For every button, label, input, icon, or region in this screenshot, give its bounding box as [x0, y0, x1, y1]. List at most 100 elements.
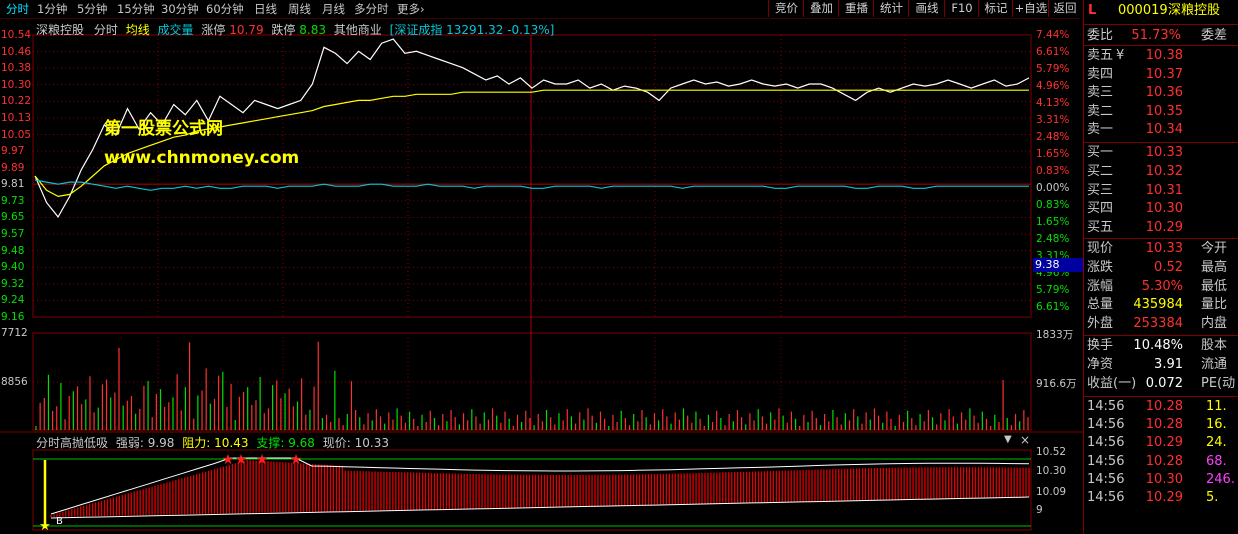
tick-row: 14:56 10.28 16. [1084, 416, 1238, 434]
bid-label: 买五 [1087, 220, 1114, 236]
vol-axis-mid-left: 8856 [1, 376, 28, 388]
weibi-row: 委比 51.73% 委差 [1084, 27, 1238, 45]
price-tick-left: 10.54 [1, 29, 32, 41]
ask-price: 10.38 [1145, 48, 1183, 63]
stat-right-label: 最低 [1201, 278, 1228, 294]
ask-label: 卖二 [1087, 103, 1114, 119]
quote-stock-name: 深粮控股 [1168, 3, 1221, 18]
bid-level-5: 买五 10.29 [1084, 219, 1238, 237]
bid-label: 买三 [1087, 182, 1114, 198]
ask-label: 卖四 [1087, 66, 1114, 82]
stat-value: 253384 [1133, 316, 1183, 332]
price-tick-left: 9.97 [1, 145, 25, 158]
tick-price: 10.28 [1145, 417, 1183, 433]
sell-signal-star-icon: ★ [290, 452, 303, 468]
tick-time: 14:56 [1087, 417, 1125, 433]
bid-label: 买一 [1087, 145, 1114, 160]
indicator-name[interactable]: 分时高抛低吸 [36, 436, 108, 450]
pct-tick-right: 6.61% [1036, 45, 1070, 58]
indicator-upper-line [50, 457, 1030, 515]
series-line-1 [34, 89, 1029, 198]
vol-axis-mid-right: 916.6万 [1036, 378, 1077, 390]
tick-volume: 24. [1206, 435, 1227, 451]
stat-label: 涨幅 [1087, 278, 1114, 294]
quote-panel: L 000019 深粮控股 委比 51.73% 委差 卖五 ¥10.38 卖四 10.… [1083, 0, 1238, 534]
stat-right-label: 内盘 [1201, 316, 1228, 332]
tick-row: 14:56 10.29 24. [1084, 434, 1238, 452]
divider [1084, 24, 1238, 25]
resistance-value: 10.43 [214, 436, 249, 450]
price-tick-left: 10.22 [1, 95, 32, 108]
indicator-menu-icon[interactable]: ▼ [1004, 434, 1012, 445]
tick-price: 10.29 [1145, 490, 1183, 505]
stock-code-row: L 000019 深粮控股 [1084, 2, 1238, 20]
intraday-chart[interactable]: ★ ★ ★ ★★ [0, 0, 1083, 534]
ask-label: 卖一 [1087, 122, 1114, 137]
bid-price: 10.30 [1145, 201, 1183, 217]
divider [1084, 335, 1238, 336]
price-label: 现价: [322, 436, 351, 450]
stat2-row: 换手 10.48% 股本 [1084, 337, 1238, 355]
bid-level-3: 买三 10.31 [1084, 182, 1238, 200]
watermark-line2: www.chnmoney.com [104, 148, 300, 168]
price-tick-left: 9.57 [1, 228, 25, 241]
ask-price: 10.36 [1145, 85, 1183, 100]
weibi-value: 51.73% [1131, 28, 1181, 43]
bid-price: 10.31 [1145, 182, 1183, 198]
ask-mark: ¥ [1116, 48, 1125, 63]
bid-price: 10.29 [1145, 220, 1183, 236]
stat-row: 涨幅 5.30% 最低 [1084, 278, 1238, 296]
mode-label: 分时 [93, 23, 118, 37]
stock-name: 深粮控股 [36, 23, 85, 37]
stat-row: 现价 10.33 今开 [1084, 240, 1238, 258]
tick-volume: 68. [1206, 453, 1227, 469]
stock-code: 000019 [1118, 3, 1168, 18]
sell-signal-star-icon: ★ [235, 452, 248, 468]
sell-signal-star-icon: ★ [222, 452, 235, 468]
pct-tick-right: 0.83% [1036, 198, 1070, 211]
bid-level-2: 买二 10.32 [1084, 163, 1238, 181]
price-tick-left: 9.40 [1, 261, 25, 274]
pct-tick-right: 5.79% [1036, 62, 1070, 75]
limit-up-label: 涨停 [201, 23, 226, 37]
watermark-line1: 第一股票公式网 [104, 119, 223, 139]
price-tick-left: 9.73 [1, 194, 25, 207]
index-overlay-text: [深证成指 13291.32 -0.13%] [389, 23, 555, 37]
sector-label[interactable]: 其他商业 [334, 23, 382, 37]
indicator-close-icon[interactable]: × [1020, 433, 1030, 447]
price-tick-left: 9.48 [1, 244, 25, 257]
stat2-row: 净资 3.91 流通 [1084, 356, 1238, 374]
pct-tick-right: 1.65% [1036, 147, 1070, 160]
price-tick-left: 9.16 [1, 311, 25, 323]
price-tick-left: 10.05 [1, 128, 32, 141]
stat-row: 涨跌 0.52 最高 [1084, 259, 1238, 277]
bid-label: 买四 [1087, 201, 1114, 217]
strength-value: 9.98 [147, 436, 175, 450]
indicator-lower-line [50, 496, 1030, 519]
cursor-price-box: 9.38 [1033, 258, 1084, 272]
support-label: 支撑: [256, 436, 285, 450]
support-value: 9.68 [288, 436, 315, 450]
price-panel-frame [32, 34, 1032, 318]
series-line-2 [34, 179, 1029, 191]
tick-row: 14:56 10.28 68. [1084, 453, 1238, 471]
pct-tick-right: 7.44% [1036, 29, 1070, 41]
tick-price: 10.28 [1145, 453, 1183, 469]
tick-time: 14:56 [1087, 399, 1125, 414]
bid-price: 10.32 [1145, 163, 1183, 179]
limit-down-label: 跌停 [271, 23, 296, 37]
stat-right-label: 最高 [1201, 259, 1228, 275]
indicator-tick: 10.09 [1036, 486, 1067, 498]
stat-value: 10.33 [1145, 241, 1183, 256]
divider [1084, 238, 1238, 239]
pct-tick-right: 4.96% [1036, 79, 1070, 92]
indicator-tick: 10.52 [1036, 446, 1067, 458]
stat2-right-label: 流通 [1201, 356, 1228, 372]
price-tick-left: 10.13 [1, 111, 32, 124]
limit-up-value: 10.79 [229, 23, 264, 37]
tick-price: 10.28 [1145, 399, 1183, 414]
ask-price: 10.34 [1145, 122, 1183, 137]
indicator-header: 分时高抛低吸 强弱: 9.98 阻力: 10.43 支撑: 9.68 现价: 1… [36, 434, 389, 451]
price-tick-left: 10.30 [1, 78, 32, 91]
stat-label: 外盘 [1087, 316, 1114, 332]
